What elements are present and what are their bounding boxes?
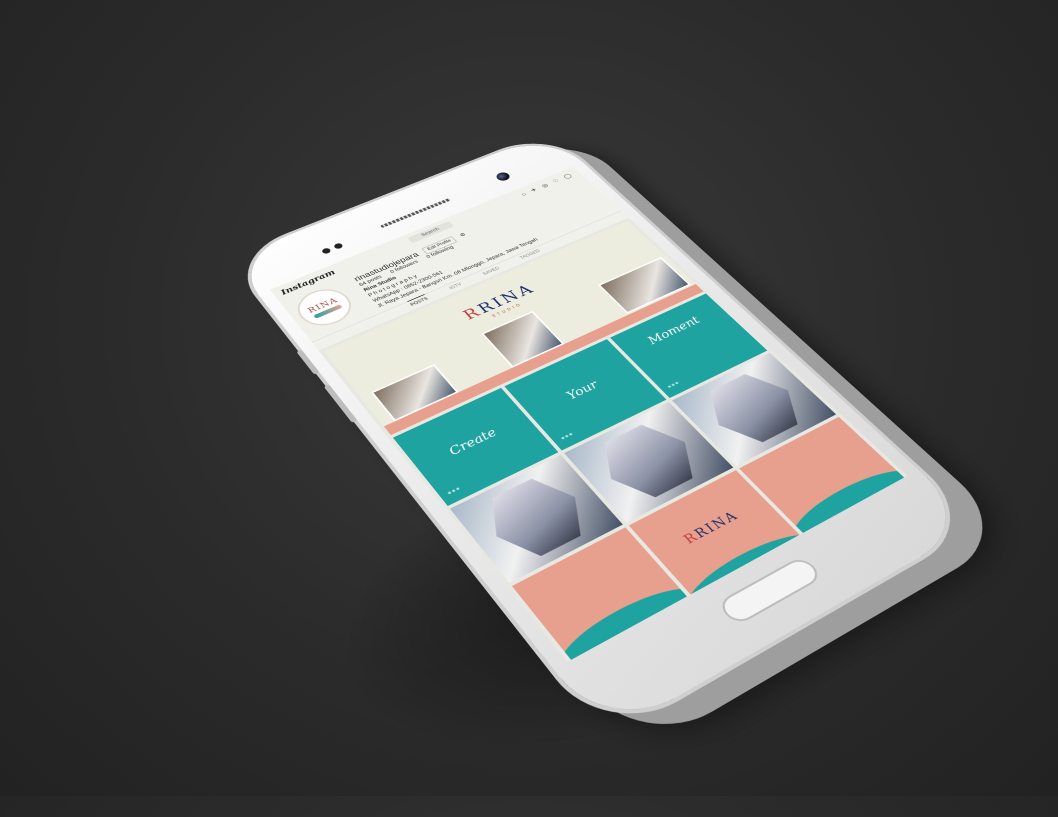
sensors bbox=[319, 238, 351, 257]
front-camera bbox=[494, 171, 512, 182]
wave-decoration bbox=[546, 575, 694, 662]
avatar[interactable]: RINA bbox=[291, 284, 358, 330]
volume-button bbox=[296, 349, 319, 374]
sensor-dot bbox=[333, 242, 344, 249]
brand-text: RINA bbox=[692, 509, 742, 541]
scene: Instagram Search ⌂ ✈ ◎ ♡ ◯ RINA rinastud… bbox=[0, 0, 1058, 796]
sensor-dot bbox=[321, 247, 332, 254]
wave-decoration bbox=[778, 458, 908, 539]
